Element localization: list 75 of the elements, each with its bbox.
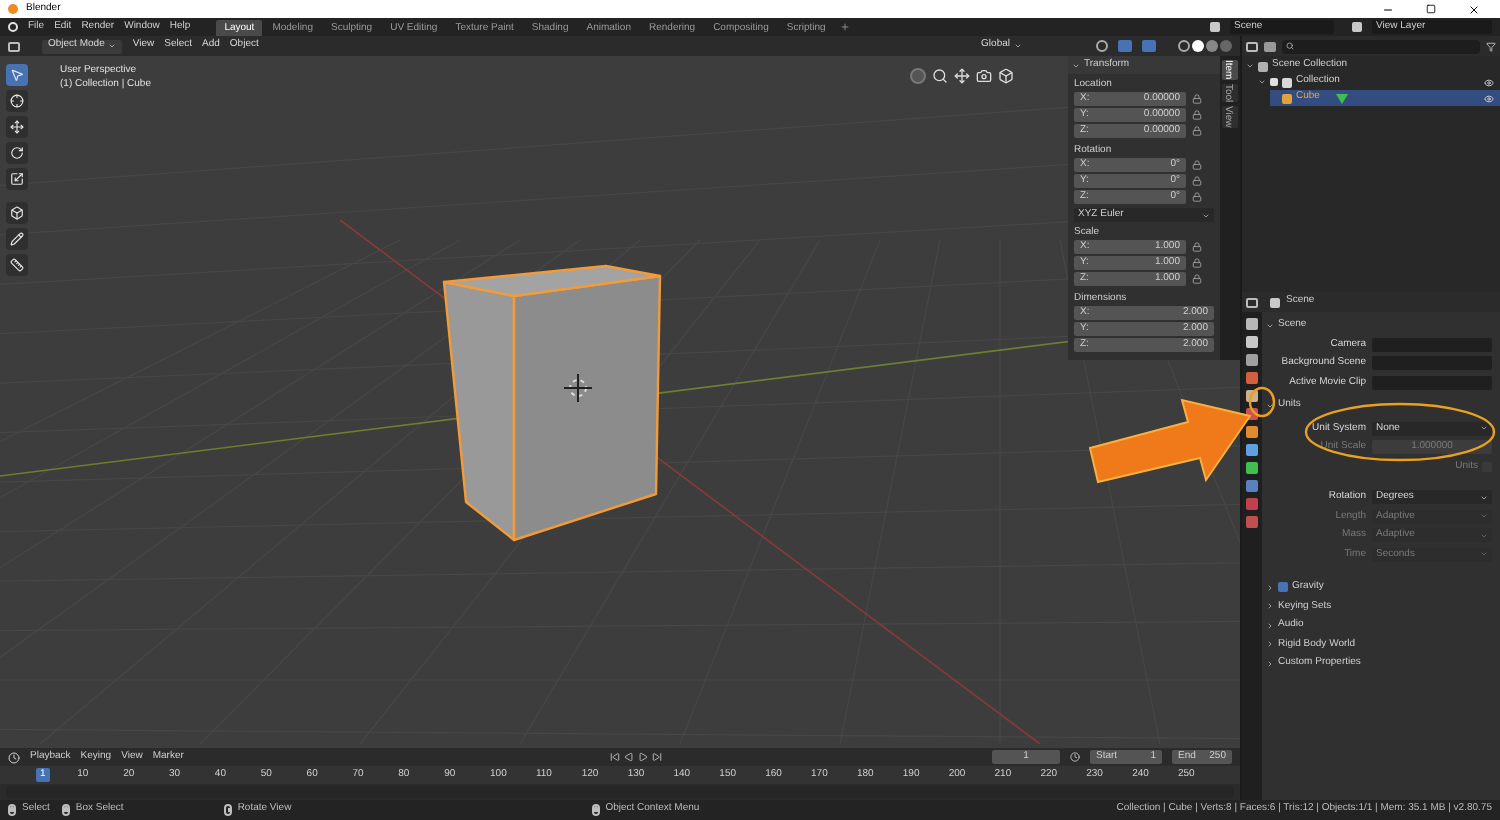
perspective-icon[interactable] — [998, 68, 1014, 84]
mouse-middle-button-icon — [223, 804, 232, 816]
highlight-circle — [1248, 386, 1276, 418]
tool-button[interactable] — [6, 90, 28, 112]
checkbox[interactable] — [1278, 582, 1288, 593]
ruler-icon — [10, 258, 24, 272]
editor-type-icon[interactable] — [1246, 41, 1258, 51]
camera-icon[interactable] — [976, 68, 992, 84]
material-shading-icon[interactable] — [1206, 40, 1218, 52]
tool-button[interactable] — [6, 168, 28, 190]
clock-icon[interactable] — [1070, 752, 1080, 762]
solid-shading-icon[interactable] — [1192, 40, 1204, 52]
crosshair-icon — [10, 94, 24, 108]
cube-icon — [10, 206, 24, 220]
lock-icon[interactable] — [1192, 176, 1202, 186]
move-icon — [10, 120, 24, 134]
tool-button[interactable] — [6, 254, 28, 276]
play-icon[interactable] — [638, 752, 648, 762]
lock-icon[interactable] — [1192, 258, 1202, 268]
editor-type-icon[interactable] — [8, 41, 20, 51]
minimize-icon[interactable] — [1382, 3, 1394, 15]
snap-icon[interactable] — [1096, 40, 1108, 52]
xray-toggle[interactable] — [1142, 40, 1156, 52]
mouse-left-button-icon — [8, 804, 16, 816]
tool-button[interactable] — [6, 228, 28, 250]
lock-icon[interactable] — [1192, 274, 1202, 284]
rotate-icon — [10, 146, 24, 160]
editor-type-icon[interactable] — [8, 751, 20, 763]
render-shading-icon[interactable] — [1220, 40, 1232, 52]
scene-icon — [1258, 61, 1268, 71]
eye-icon[interactable] — [1484, 93, 1494, 103]
tool-button[interactable] — [6, 202, 28, 224]
jump-end-icon[interactable] — [652, 752, 662, 762]
maximize-icon[interactable] — [1426, 4, 1436, 14]
tool-button[interactable] — [6, 142, 28, 164]
scale-icon — [10, 172, 24, 186]
scene-icon[interactable] — [1210, 22, 1220, 32]
blender-logo-icon[interactable] — [8, 22, 18, 32]
lock-icon[interactable] — [1192, 242, 1202, 252]
wireframe-shading-icon[interactable] — [1178, 40, 1190, 52]
editor-type-icon[interactable] — [1246, 297, 1258, 307]
lock-icon[interactable] — [1192, 126, 1202, 136]
app-logo-icon — [8, 4, 18, 14]
mouse-left-button-icon — [61, 804, 70, 816]
mouse-right-button-icon — [591, 804, 600, 816]
jump-start-icon[interactable] — [610, 752, 620, 762]
search-field[interactable] — [1282, 39, 1480, 53]
scene-icon — [1270, 297, 1280, 307]
display-mode-icon[interactable] — [1264, 41, 1276, 51]
play-reverse-icon[interactable] — [624, 752, 634, 762]
lock-icon[interactable] — [1192, 94, 1202, 104]
search-icon — [1286, 42, 1294, 50]
collection-icon — [1282, 77, 1292, 87]
lock-icon[interactable] — [1192, 110, 1202, 120]
selected-cube-drawing[interactable] — [442, 264, 662, 542]
tool-button[interactable] — [6, 64, 28, 86]
checkbox[interactable] — [1270, 78, 1278, 86]
mesh-data-icon — [1335, 93, 1348, 103]
lock-icon[interactable] — [1192, 160, 1202, 170]
object-icon — [1282, 93, 1292, 103]
3d-viewport[interactable] — [0, 56, 1240, 748]
navigation-gizmo-icon[interactable] — [910, 68, 926, 84]
pan-icon[interactable] — [954, 68, 970, 84]
cursor-icon — [10, 68, 24, 82]
tool-button[interactable] — [6, 116, 28, 138]
overlay-toggle[interactable] — [1118, 40, 1132, 52]
eye-icon[interactable] — [1484, 77, 1494, 87]
zoom-icon[interactable] — [932, 68, 948, 84]
filter-icon[interactable] — [1486, 41, 1496, 51]
3d-cursor-icon[interactable] — [563, 373, 593, 403]
close-icon[interactable] — [1468, 3, 1480, 15]
view-layer-icon[interactable] — [1352, 22, 1362, 32]
add-workspace-icon[interactable] — [839, 22, 850, 32]
pencil-icon — [10, 232, 24, 246]
lock-icon[interactable] — [1192, 192, 1202, 202]
